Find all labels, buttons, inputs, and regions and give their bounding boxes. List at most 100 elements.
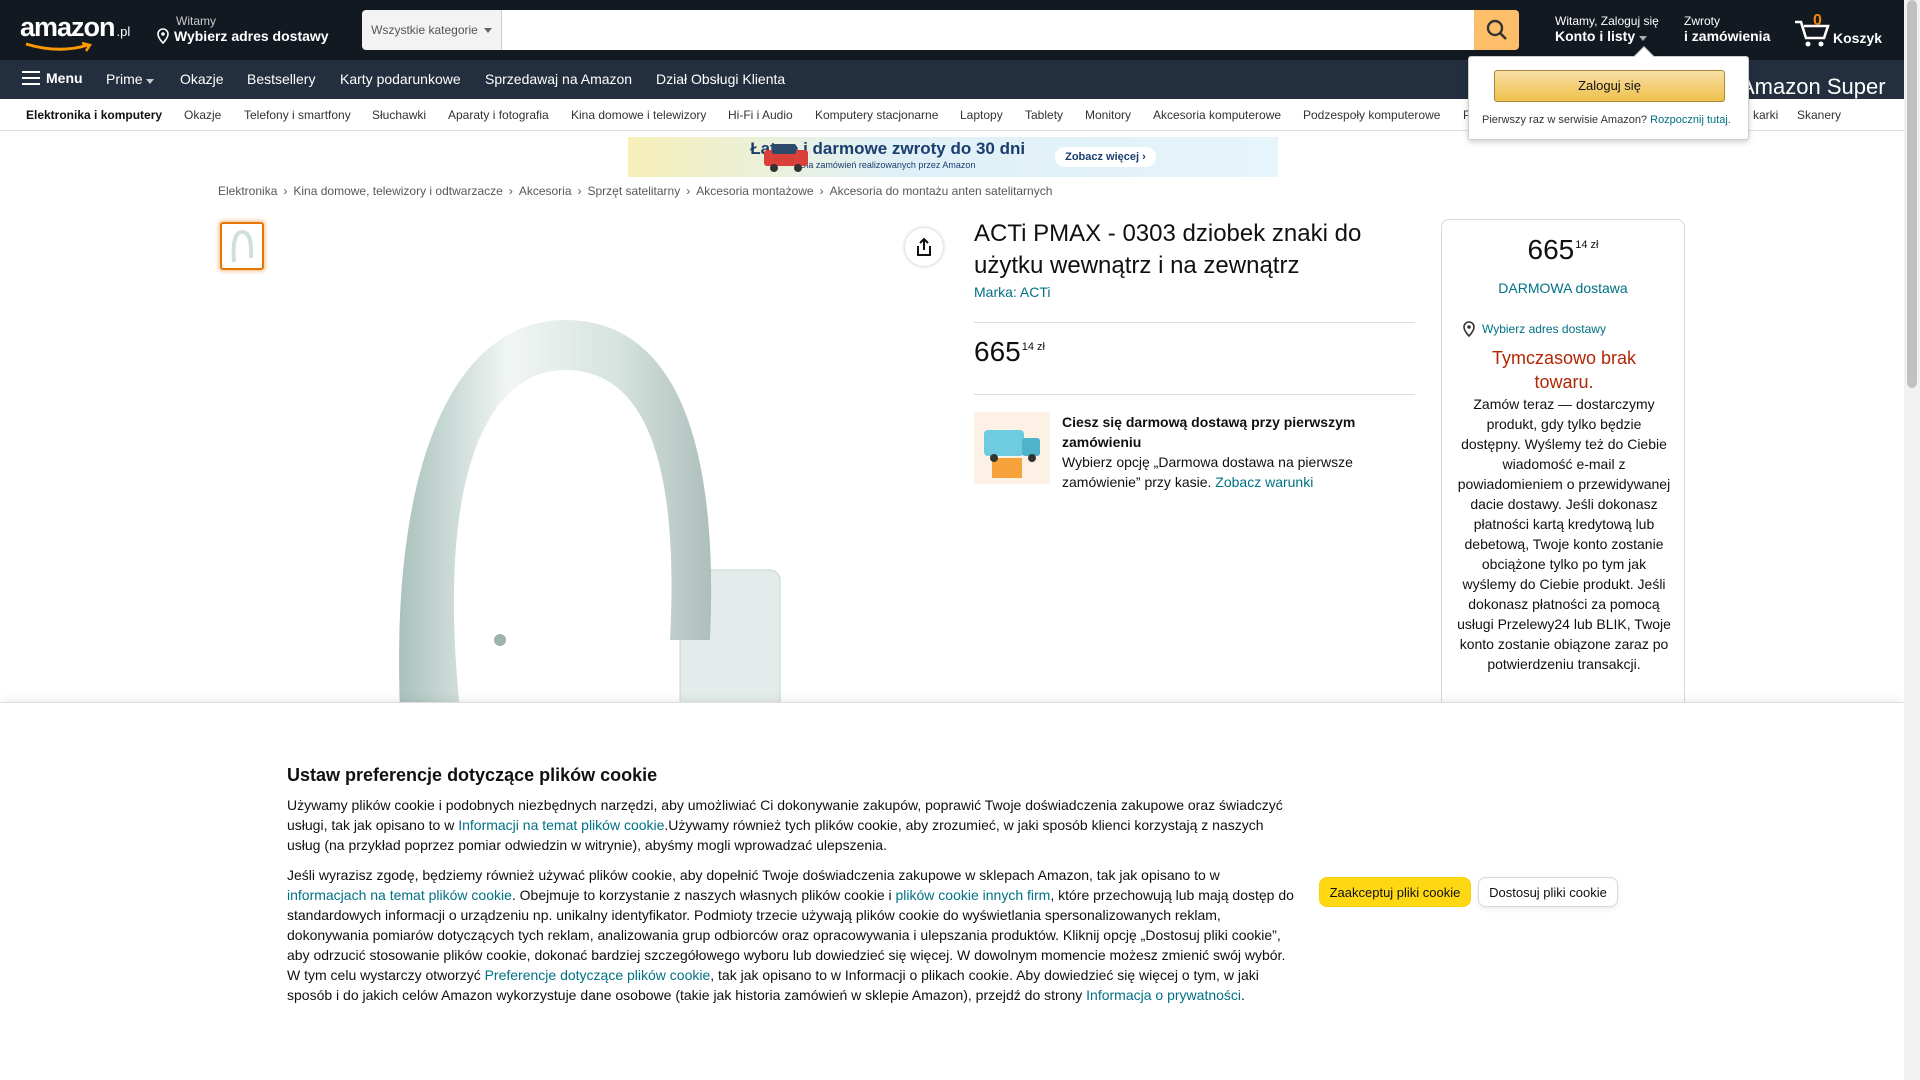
out-of-stock-label: Tymczasowo brak towaru. [1491, 348, 1637, 392]
nav-item-bestsellery[interactable]: Bestsellery [247, 71, 315, 87]
location-pin-icon [157, 28, 169, 44]
free-shipping-terms-link[interactable]: Zobacz warunki [1215, 474, 1313, 490]
returns-promo-banner[interactable]: Łatwe i darmowe zwroty do 30 dni Dla zam… [628, 137, 1278, 177]
free-shipping-text: Ciesz się darmową dostawą przy pierwszym… [1062, 412, 1415, 492]
logo-tld: .pl [116, 24, 131, 39]
cookie-text: Jeśli wyrazisz zgodę, będziemy również u… [287, 867, 1220, 883]
share-button[interactable] [905, 228, 943, 266]
search-button[interactable] [1474, 10, 1519, 50]
brand-link[interactable]: Marka: ACTi [974, 284, 1051, 300]
logo-text: amazon [20, 12, 116, 42]
breadcrumb-item[interactable]: Kina domowe, telewizory i odtwarzacze [293, 184, 502, 198]
menu-label: Menu [46, 70, 83, 86]
promo-cta[interactable]: Zobacz więcej › [1055, 147, 1156, 167]
nav-item-okazje[interactable]: Okazje [180, 71, 224, 87]
product-price: 665 14 zł [974, 336, 1045, 368]
cart[interactable]: 0 Koszyk [1793, 12, 1882, 48]
cookie-title: Ustaw preferencje dotyczące plików cooki… [287, 765, 658, 785]
price-fraction: 14 zł [1021, 341, 1045, 353]
returns-line2: i zamówienia [1684, 28, 1771, 44]
subnav-item[interactable]: Kina domowe i telewizory [571, 108, 706, 122]
cart-label: Koszyk [1833, 30, 1883, 46]
chevron-right-icon: › [283, 184, 288, 198]
search-category-select[interactable]: Wszystkie kategorie [362, 10, 502, 50]
signin-button[interactable]: Zaloguj się [1494, 70, 1725, 102]
cookie-paragraph-2: Jeśli wyrazisz zgodę, będziemy również u… [287, 865, 1297, 1005]
caret-down-icon [146, 79, 155, 84]
cookie-info-link[interactable]: informacjach na temat plików cookie [287, 887, 512, 903]
choose-address-link[interactable]: Wybierz adres dostawy [1482, 322, 1606, 336]
amazon-super-banner[interactable]: Amazon Super [1740, 74, 1886, 100]
subnav-item[interactable]: karki [1753, 108, 1778, 122]
subnav-item[interactable]: Laptopy [960, 108, 1003, 122]
nav-item-sprzedawaj[interactable]: Sprzedawaj na Amazon [485, 71, 632, 87]
breadcrumb-item[interactable]: Sprzęt satelitarny [588, 184, 681, 198]
subnav-item[interactable]: Elektronika i komputery [26, 108, 162, 122]
subnav-item[interactable]: Słuchawki [372, 108, 426, 122]
breadcrumb-item[interactable]: Akcesoria montażowe [696, 184, 813, 198]
nav-item-prime[interactable]: Prime [106, 71, 155, 87]
content: amazon .pl Witamy Wybierz adres dostawy W… [0, 0, 1904, 1080]
nav-item-karty[interactable]: Karty podarunkowe [340, 71, 461, 87]
price-whole: 665 [1527, 234, 1575, 265]
subnav-item[interactable]: Podzespoły komputerowe [1303, 108, 1440, 122]
account-line2: Konto i listy [1555, 28, 1636, 44]
buy-box: 665 14 zł DARMOWA dostawa Wybierz adres … [1441, 219, 1685, 739]
subnav-item[interactable]: Komputery stacjonarne [815, 108, 938, 122]
subnav-item[interactable]: Skanery [1797, 108, 1841, 122]
breadcrumb-item[interactable]: Akcesoria do montażu anten satelitarnych [830, 184, 1053, 198]
accept-cookies-button[interactable]: Zaakceptuj pliki cookie [1319, 877, 1471, 907]
cookie-text: . Obejmuje to korzystanie z naszych włas… [511, 887, 896, 903]
deliver-to[interactable]: Witamy Wybierz adres dostawy [156, 14, 329, 44]
scrollbar-thumb[interactable] [1907, 0, 1917, 388]
subnav-item[interactable]: Hi-Fi i Audio [728, 108, 793, 122]
amazon-logo[interactable]: amazon .pl [20, 12, 138, 52]
product-main-image[interactable] [380, 310, 840, 710]
third-party-cookies-link[interactable]: plików cookie innych firm [896, 887, 1051, 903]
share-icon [917, 237, 931, 256]
subnav-item[interactable]: Aparaty i fotografia [448, 108, 549, 122]
product-thumbnail[interactable] [220, 222, 264, 270]
deliver-line2: Wybierz adres dostawy [174, 28, 329, 44]
hamburger-icon [22, 71, 40, 85]
free-delivery-link[interactable]: DARMOWA dostawa [1442, 280, 1684, 296]
privacy-notice-link[interactable]: Informacja o prywatności [1086, 987, 1241, 1003]
delivery-truck-icon [974, 412, 1050, 484]
customize-cookies-button[interactable]: Dostosuj pliki cookie [1478, 877, 1618, 907]
account-lists[interactable]: Witamy, Zaloguj się Konto i listy [1555, 14, 1659, 44]
returns-line1: Zwroty [1684, 14, 1720, 28]
chevron-right-icon: › [819, 184, 824, 198]
breadcrumb-item[interactable]: Akcesoria [519, 184, 572, 198]
search-input[interactable] [502, 10, 1474, 50]
breadcrumb: Elektronika › Kina domowe, telewizory i o… [218, 184, 1052, 198]
subnav-item[interactable]: Okazje [184, 108, 221, 122]
breadcrumb-item[interactable]: Elektronika [218, 184, 277, 198]
subnav-item[interactable]: Tablety [1025, 108, 1063, 122]
subnav-item[interactable]: Telefony i smartfony [244, 108, 351, 122]
divider [974, 394, 1415, 395]
chevron-right-icon: › [508, 184, 513, 198]
search-icon [1486, 19, 1507, 40]
smile-icon [25, 42, 93, 52]
cookie-info-link[interactable]: Informacji na temat plików cookie [458, 817, 664, 833]
product-title: ACTi PMAX - 0303 dziobek znaki do użytku… [974, 220, 1362, 279]
deliver-line1: Witamy [176, 14, 216, 28]
subnav-item[interactable]: Akcesoria komputerowe [1153, 108, 1281, 122]
cart-icon [1795, 20, 1830, 47]
nav-item-label: Prime [106, 71, 143, 87]
scrollbar[interactable] [1904, 0, 1920, 1080]
returns-orders[interactable]: Zwroty i zamówienia [1684, 14, 1770, 44]
nav-item-obsluga[interactable]: Dział Obsługi Klienta [656, 71, 785, 87]
subnav-item[interactable]: Monitory [1085, 108, 1131, 122]
cart-count: 0 [1813, 12, 1822, 29]
cookie-preferences-link[interactable]: Preferencje dotyczące plików cookie [485, 967, 711, 983]
car-illustration-icon [764, 144, 808, 172]
free-shipping-promo: Ciesz się darmową dostawą przy pierwszym… [974, 412, 1415, 492]
start-here-link[interactable]: Rozpocznij tutaj. [1650, 114, 1731, 126]
choose-address[interactable]: Wybierz adres dostawy [1462, 321, 1606, 337]
account-line1: Witamy, Zaloguj się [1555, 14, 1659, 28]
menu-button[interactable]: Menu [22, 70, 83, 86]
search-category-label: Wszystkie kategorie [371, 23, 478, 37]
divider [974, 322, 1415, 323]
page: amazon .pl Witamy Wybierz adres dostawy W… [0, 0, 1920, 1080]
